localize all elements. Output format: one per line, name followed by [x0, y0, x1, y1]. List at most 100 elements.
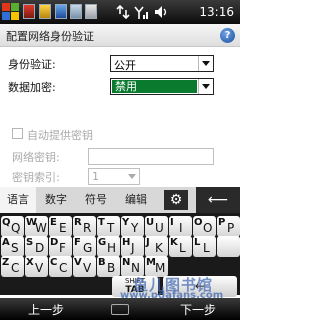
key-alt-char: T [107, 221, 115, 235]
keyboard-tabs: 语言 数字 符号 编辑 ⚙ ⟵ [0, 187, 240, 213]
key-alt-char: W [35, 221, 47, 235]
key-main-char: N [122, 257, 131, 268]
backspace-icon[interactable]: ⟵ [196, 187, 240, 213]
key-main-char: C [50, 257, 58, 268]
key-main-char: Q [2, 217, 11, 228]
key-alt-char: V [35, 261, 44, 275]
encryption-select[interactable]: 禁用 [110, 78, 214, 95]
auth-label: 身份验证: [8, 58, 56, 71]
key[interactable]: QQ [1, 216, 24, 237]
app-tile-icon[interactable] [23, 4, 35, 19]
auth-select-value: 公开 [114, 59, 136, 72]
gear-icon[interactable]: ⚙ [164, 190, 188, 210]
key-alt-char: P [227, 221, 235, 235]
key-alt-char: U [155, 221, 164, 235]
key-index-label: 密钥索引: [12, 171, 60, 184]
clock[interactable]: 13:16 [199, 5, 234, 19]
keyboard-toggle-icon[interactable] [111, 304, 129, 315]
key[interactable]: GH [97, 236, 120, 257]
key-main-char: U [146, 217, 155, 228]
key-alt-char: M [155, 261, 166, 275]
key[interactable]: BB [97, 256, 120, 277]
key-alt-char: N [131, 261, 140, 275]
network-key-input[interactable] [88, 148, 214, 165]
key[interactable]: EE [49, 216, 72, 237]
key[interactable]: YY [121, 216, 144, 237]
start-logo-icon[interactable] [2, 3, 20, 21]
network-key-label: 网络密钥: [12, 151, 60, 164]
key-alt-char: D [35, 241, 45, 255]
key-main-char: K [170, 237, 178, 248]
key-main-char: E [50, 217, 57, 228]
key-alt-char: S [11, 241, 19, 255]
key-alt-char: L [179, 241, 186, 255]
app-tile-icon[interactable] [39, 4, 51, 19]
signal-bars-icon[interactable] [134, 4, 148, 20]
key-alt-char: Q [11, 221, 21, 235]
back-softkey[interactable]: 上一步 [28, 301, 64, 318]
key-index-select[interactable]: 1 [88, 168, 140, 185]
key-main-char: D [50, 237, 59, 248]
app-tile-icon[interactable] [70, 4, 82, 19]
softkey-bar: 上一步 下一步 [0, 298, 240, 320]
app-tile-icon[interactable] [85, 4, 97, 19]
key[interactable]: UU [145, 216, 168, 237]
key-main-char: S [26, 237, 34, 248]
key[interactable]: TT [97, 216, 120, 237]
key[interactable]: XV [25, 256, 48, 277]
key[interactable]: RR [73, 216, 96, 237]
key[interactable]: CC [49, 256, 72, 277]
chevron-down-icon[interactable] [198, 79, 213, 94]
key-alt-char: L [203, 241, 210, 255]
keyboard-tab-language[interactable]: 语言 [0, 187, 36, 213]
key-alt-char: C [11, 261, 20, 275]
key[interactable]: ZC [1, 256, 24, 277]
auth-select[interactable]: 公开 [110, 55, 214, 72]
key-main-char: V [74, 257, 82, 268]
key-main-char: J [146, 237, 150, 248]
encryption-select-value: 禁用 [112, 80, 197, 93]
network-icon[interactable] [116, 4, 130, 20]
key[interactable]: SD [25, 236, 48, 257]
key[interactable]: JK [145, 236, 168, 257]
key[interactable]: DF [49, 236, 72, 257]
key-main-char: B [98, 257, 106, 268]
keyboard-tab-edit[interactable]: 编辑 [116, 187, 156, 213]
key[interactable] [217, 236, 240, 257]
chevron-down-icon[interactable] [198, 56, 213, 71]
auto-key-checkbox[interactable] [12, 128, 23, 139]
key-main-char: A [2, 237, 10, 248]
volume-icon[interactable] [153, 4, 169, 20]
key[interactable]: LL [193, 236, 216, 257]
keyboard-tab-symbols[interactable]: 符号 [76, 187, 116, 213]
page-title: 配置网络身份验证 [6, 30, 94, 43]
key-main-char: Y [122, 217, 130, 228]
key-main-char: R [74, 217, 82, 228]
help-button[interactable]: ? [220, 28, 235, 43]
key-main-char: G [98, 237, 107, 248]
key[interactable]: II [169, 216, 192, 237]
app-tile-icon[interactable] [55, 4, 67, 19]
key[interactable]: PP [217, 216, 240, 237]
key-main-char: F [74, 237, 81, 248]
chevron-down-icon[interactable] [125, 169, 139, 184]
key[interactable]: VV [73, 256, 96, 277]
key[interactable]: KL [169, 236, 192, 257]
key[interactable]: WW [25, 216, 48, 237]
key-alt-char: E [59, 221, 67, 235]
key-main-char: X [26, 257, 34, 268]
key[interactable]: HJ [121, 236, 144, 257]
next-softkey[interactable]: 下一步 [180, 301, 216, 318]
status-bar: 13:16 [0, 0, 240, 24]
keyboard-tab-numbers[interactable]: 数字 [36, 187, 76, 213]
key[interactable]: FG [73, 236, 96, 257]
key-alt-char: G [83, 241, 93, 255]
key-alt-char: Y [131, 221, 139, 235]
key-main-char: T [98, 217, 105, 228]
title-bar: 配置网络身份验证 ? [0, 24, 240, 47]
auto-key-label: 自动提供密钥 [27, 129, 93, 142]
key[interactable]: AS [1, 236, 24, 257]
key[interactable]: OO [193, 216, 216, 237]
key-main-char: Z [2, 257, 10, 268]
key-main-char: P [218, 217, 226, 228]
